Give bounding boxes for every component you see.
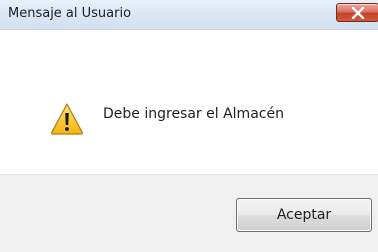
message-dialog: Mensaje al Usuario Debe ingresar el Alma… [0,0,378,252]
window-title: Mensaje al Usuario [8,6,132,21]
accept-button[interactable]: Aceptar [236,198,372,232]
dialog-content: Debe ingresar el Almacén [0,30,378,174]
warning-icon [51,103,83,135]
close-button[interactable] [336,3,378,22]
close-icon [351,7,365,19]
dialog-message: Debe ingresar el Almacén [103,106,284,122]
title-bar[interactable]: Mensaje al Usuario [0,0,378,30]
